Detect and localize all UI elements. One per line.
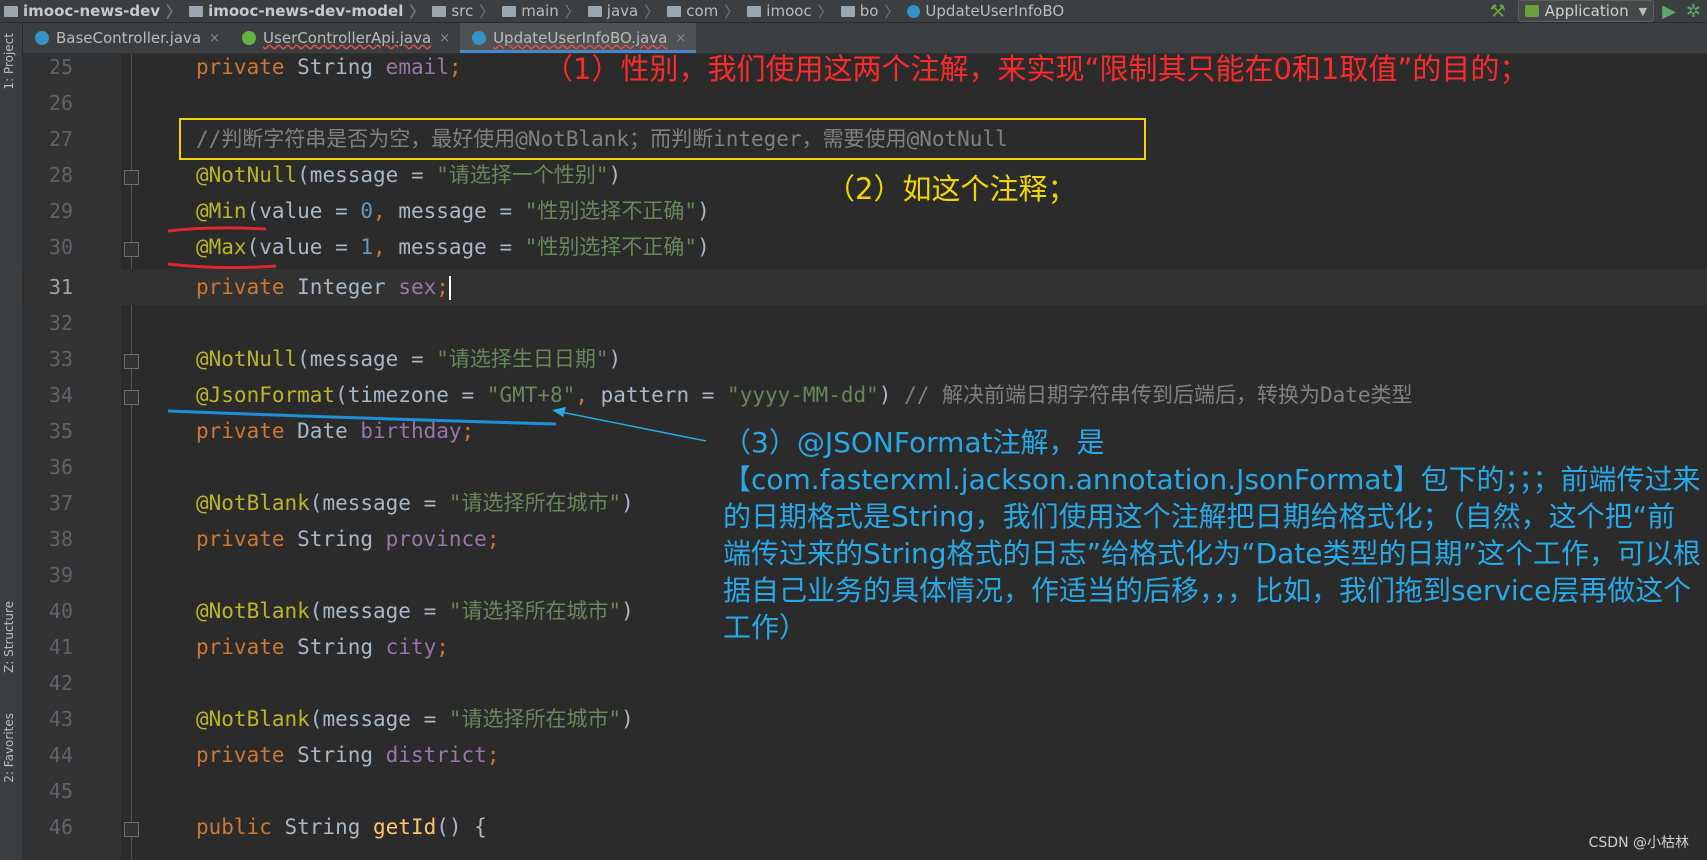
annotation-note-3: （3）@JSONFormat注解，是【com.fasterxml.jackson… bbox=[723, 426, 1702, 644]
max-underline-mark bbox=[167, 262, 277, 270]
jsonformat-underline-mark bbox=[167, 409, 557, 426]
min-underline-mark bbox=[167, 226, 267, 233]
arrowhead-mark bbox=[552, 407, 566, 417]
annotation-note-1: （1）性别，我们使用这两个注解，来实现“限制其只能在0和1取值”的目的； bbox=[544, 52, 1529, 86]
watermark: CSDN @小枯林 bbox=[1588, 835, 1689, 851]
pointer-arrow bbox=[555, 410, 707, 442]
annotation-note-2: （2）如这个注释； bbox=[826, 172, 1077, 206]
